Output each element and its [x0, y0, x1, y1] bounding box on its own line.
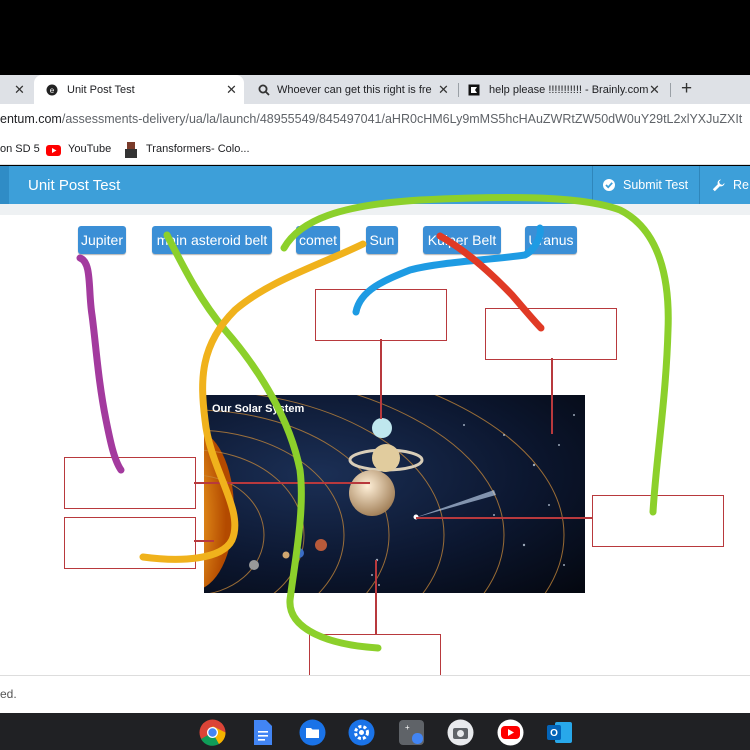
page-footer: ed. — [0, 675, 750, 714]
camera-icon[interactable] — [447, 719, 474, 746]
svg-text:+: + — [405, 723, 410, 732]
files-icon[interactable] — [299, 719, 326, 746]
os-shelf: + O — [0, 713, 750, 750]
green-scribble-left — [163, 231, 382, 652]
youtube-icon[interactable] — [497, 719, 524, 746]
svg-text:O: O — [550, 728, 558, 739]
footer-text: ed. — [0, 687, 17, 701]
purple-scribble — [76, 254, 125, 474]
red-scribble — [436, 232, 545, 332]
green-scribble-right — [280, 193, 672, 516]
docs-icon[interactable] — [249, 719, 276, 746]
annotation-scribbles — [76, 193, 672, 652]
outlook-icon[interactable]: O — [546, 719, 573, 746]
chrome-icon[interactable] — [199, 719, 226, 746]
calculator-icon[interactable]: + — [398, 719, 425, 746]
settings-icon[interactable] — [348, 719, 375, 746]
orange-scribble — [139, 240, 367, 563]
